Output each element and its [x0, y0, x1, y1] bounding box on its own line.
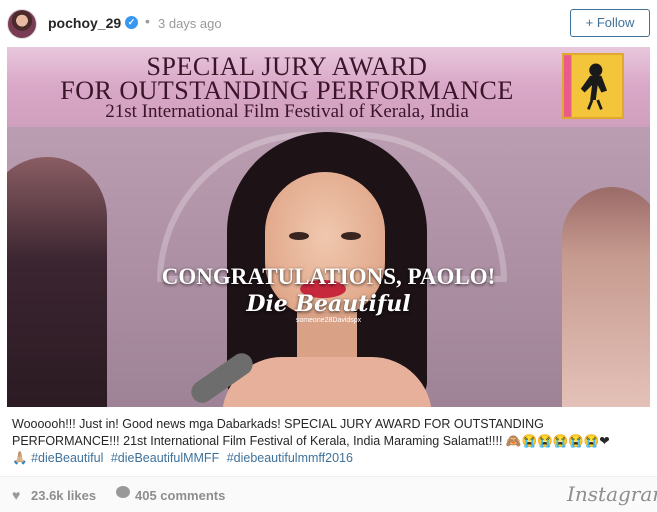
- likes-count[interactable]: 23.6k likes: [31, 488, 96, 503]
- comment-icon[interactable]: [116, 486, 130, 498]
- post-time[interactable]: 3 days ago: [158, 16, 222, 31]
- photo-credit: someone28Davidspx: [295, 317, 362, 324]
- festival-logo-icon: [562, 53, 624, 119]
- post-caption: Woooooh!!! Just in! Good news mga Dabark…: [12, 416, 642, 467]
- heart-icon[interactable]: ♥: [12, 487, 20, 503]
- comments-count[interactable]: 405 comments: [135, 488, 225, 503]
- hashtag-link[interactable]: #dieBeautifulMMFF: [111, 451, 219, 465]
- follow-button[interactable]: + Follow: [570, 9, 650, 37]
- hashtag-link[interactable]: #dieBeautiful: [31, 451, 103, 465]
- instagram-logo[interactable]: Instagram: [567, 482, 657, 506]
- subject-eye-right: [341, 232, 361, 240]
- award-banner: SPECIAL JURY AWARD FOR OUTSTANDING PERFO…: [7, 47, 650, 127]
- post-footer: ♥ 23.6k likes 405 comments Instagram: [0, 477, 657, 512]
- separator-dot: •: [145, 13, 150, 29]
- username-link[interactable]: pochoy_29: [48, 15, 121, 31]
- hashtag-list: #dieBeautiful #dieBeautifulMMFF #diebeau…: [31, 451, 357, 465]
- subject-eye-left: [289, 232, 309, 240]
- hashtag-link[interactable]: #diebeautifulmmff2016: [227, 451, 353, 465]
- caption-emoji: 🙏🏼: [12, 451, 28, 465]
- post-header: pochoy_29 ✓ • 3 days ago + Follow: [0, 0, 657, 47]
- banner-line-3: 21st International Film Festival of Kera…: [105, 101, 469, 122]
- caption-text: Woooooh!!! Just in! Good news mga Dabark…: [12, 417, 610, 448]
- congrats-text: CONGRATULATIONS, PAOLO!: [161, 264, 496, 289]
- post-photo[interactable]: SPECIAL JURY AWARD FOR OUTSTANDING PERFO…: [7, 47, 650, 407]
- subject-shoulders: [222, 357, 432, 407]
- verified-badge-icon: ✓: [125, 16, 138, 29]
- avatar[interactable]: [7, 9, 37, 39]
- movie-title: Die Beautiful: [246, 291, 411, 317]
